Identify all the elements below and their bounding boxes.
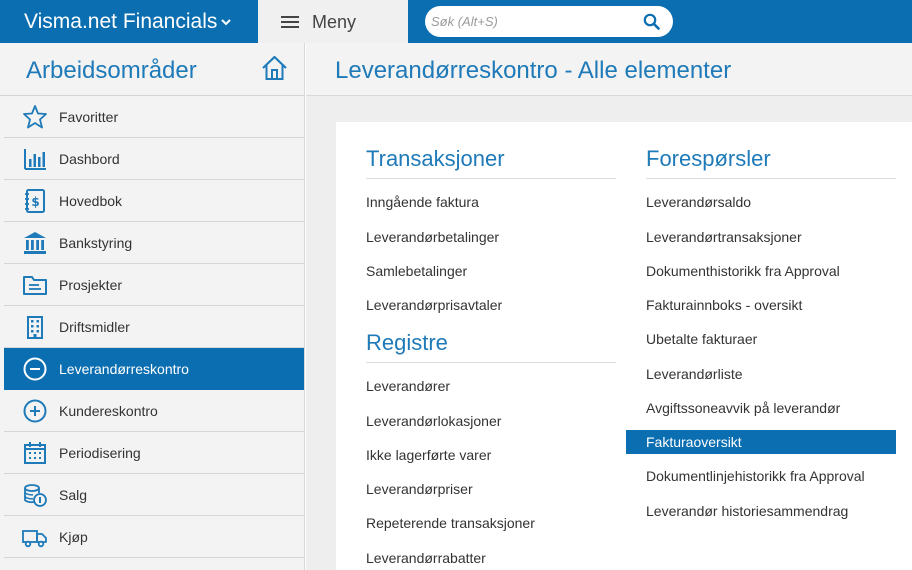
- search-icon[interactable]: [643, 13, 660, 30]
- link-leverandorbetalinger[interactable]: Leverandørbetalinger: [366, 229, 499, 245]
- sidebar-item-favoritter[interactable]: Favoritter: [4, 96, 304, 138]
- section-divider: [646, 178, 896, 179]
- link-ikke-lagerforte-varer[interactable]: Ikke lagerførte varer: [366, 447, 491, 463]
- menu-button[interactable]: Meny: [258, 0, 408, 43]
- star-icon: [23, 105, 47, 129]
- sidebar-header: Arbeidsområder: [0, 43, 305, 96]
- truck-icon: [22, 530, 47, 548]
- search-box: [425, 6, 673, 37]
- link-leverandorer[interactable]: Leverandører: [366, 378, 450, 394]
- minus-circle-icon: [23, 357, 47, 381]
- building-icon: [27, 316, 43, 339]
- menu-label: Meny: [312, 12, 357, 32]
- sidebar-item-label: Driftsmidler: [59, 319, 130, 335]
- link-leverandorlokasjoner[interactable]: Leverandørlokasjoner: [366, 413, 501, 429]
- sidebar-item-label: Bankstyring: [59, 235, 133, 251]
- sidebar-item-label: Favoritter: [59, 109, 119, 125]
- sidebar-item-kundereskontro[interactable]: Kundereskontro: [4, 390, 304, 432]
- sidebar-item-label: Hovedbok: [59, 193, 123, 209]
- link-leverandorliste[interactable]: Leverandørliste: [646, 366, 743, 382]
- link-samlebetalinger[interactable]: Samlebetalinger: [366, 263, 467, 279]
- sidebar-item-leverandorreskontro[interactable]: Leverandørreskontro: [4, 348, 304, 390]
- coins-icon: [24, 484, 47, 507]
- svg-text:$: $: [31, 195, 39, 209]
- sidebar-title: Arbeidsområder: [26, 57, 197, 84]
- sidebar-item-label: Kundereskontro: [59, 403, 158, 419]
- link-leverandortransaksjoner[interactable]: Leverandørtransaksjoner: [646, 229, 802, 245]
- link-fakturaoversikt[interactable]: Fakturaoversikt: [626, 430, 896, 454]
- home-icon[interactable]: [261, 55, 288, 81]
- link-repeterende-transaksjoner[interactable]: Repeterende transaksjoner: [366, 515, 535, 531]
- link-leverandor-historiesammendrag[interactable]: Leverandør historiesammendrag: [646, 503, 848, 519]
- sidebar-item-prosjekter[interactable]: Prosjekter: [4, 264, 304, 306]
- sidebar-item-label: Leverandørreskontro: [59, 361, 189, 377]
- section-title-registre: Registre: [366, 330, 448, 355]
- sidebar-item-dashbord[interactable]: Dashbord: [4, 138, 304, 180]
- sidebar-item-hovedbok[interactable]: $ Hovedbok: [4, 180, 304, 222]
- plus-circle-icon: [23, 399, 47, 423]
- link-dokumenthistorikk-approval[interactable]: Dokumenthistorikk fra Approval: [646, 263, 840, 279]
- sidebar-item-bankstyring[interactable]: Bankstyring: [4, 222, 304, 264]
- sidebar-item-periodisering[interactable]: Periodisering: [4, 432, 304, 474]
- sidebar-item-label: Kjøp: [59, 529, 88, 545]
- sidebar-item-label: Dashbord: [59, 151, 120, 167]
- link-leverandorrabatter[interactable]: Leverandørrabatter: [366, 550, 486, 566]
- hamburger-icon: [281, 16, 299, 28]
- section-title-transaksjoner: Transaksjoner: [366, 146, 505, 171]
- section-divider: [366, 362, 616, 363]
- bank-icon: [24, 232, 46, 254]
- sidebar-item-label: Prosjekter: [59, 277, 123, 293]
- search-input[interactable]: [431, 10, 631, 33]
- app-title: Visma.net Financials: [24, 9, 218, 33]
- link-leverandorprisavtaler[interactable]: Leverandørprisavtaler: [366, 297, 502, 313]
- page-title: Leverandørreskontro - Alle elementer: [335, 57, 732, 84]
- link-avgiftssoneavvik[interactable]: Avgiftssoneavvik på leverandør: [646, 400, 840, 416]
- folder-icon: [23, 276, 47, 295]
- main-header: Leverandørreskontro - Alle elementer: [306, 43, 912, 96]
- sidebar-item-driftsmidler[interactable]: Driftsmidler: [4, 306, 304, 348]
- link-inngaende-faktura[interactable]: Inngående faktura: [366, 194, 479, 210]
- link-leverandorpriser[interactable]: Leverandørpriser: [366, 481, 473, 497]
- sidebar: Arbeidsområder Favoritter Dashbord $ Hov…: [0, 43, 305, 570]
- bar-chart-icon: [24, 149, 46, 170]
- link-dokumentlinjehistorikk-approval[interactable]: Dokumentlinjehistorikk fra Approval: [646, 468, 865, 484]
- calendar-icon: [24, 442, 46, 464]
- link-leverandorsaldo[interactable]: Leverandørsaldo: [646, 194, 751, 210]
- app-switcher[interactable]: Visma.net Financials: [0, 0, 258, 43]
- link-fakturainnboks-oversikt[interactable]: Fakturainnboks - oversikt: [646, 297, 802, 313]
- sidebar-item-label: Salg: [59, 487, 88, 503]
- top-bar: Visma.net Financials Meny: [0, 0, 912, 43]
- sidebar-item-salg[interactable]: Salg: [4, 474, 304, 516]
- link-ubetalte-fakturaer[interactable]: Ubetalte fakturaer: [646, 331, 757, 347]
- section-divider: [366, 178, 616, 179]
- ledger-dollar-icon: $: [25, 189, 45, 213]
- sidebar-item-label: Periodisering: [59, 445, 141, 461]
- section-title-foresporsler: Forespørsler: [646, 146, 771, 171]
- chevron-down-icon: [221, 19, 231, 26]
- sidebar-item-kjop[interactable]: Kjøp: [4, 516, 304, 558]
